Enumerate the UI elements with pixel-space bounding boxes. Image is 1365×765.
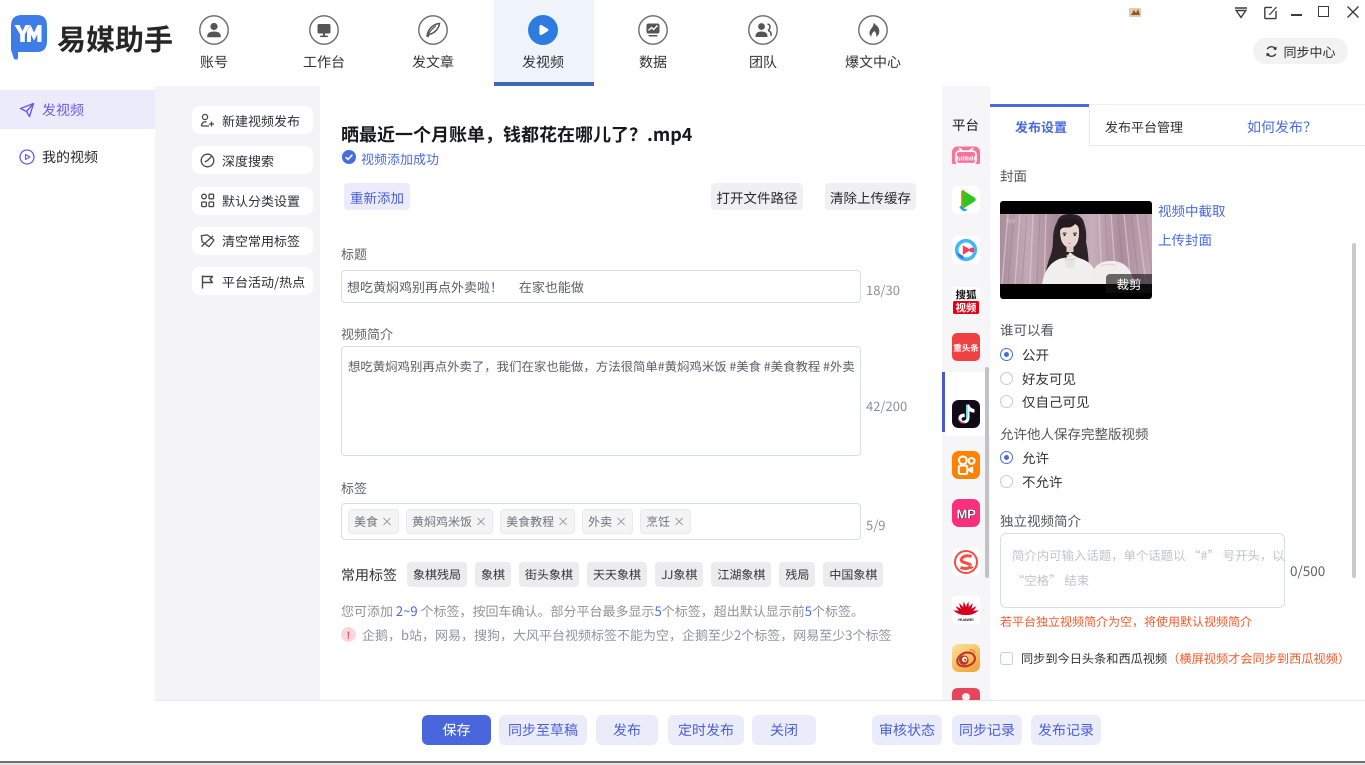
svg-text:HUAWEI: HUAWEI (958, 618, 973, 622)
svg-text:bilibili: bilibili (957, 156, 976, 163)
svg-text:视频: 视频 (956, 301, 977, 316)
svg-text:MP: MP (956, 506, 976, 521)
svg-text:重头条: 重头条 (953, 342, 979, 354)
svg-text:快手: 快手 (1006, 218, 1016, 225)
